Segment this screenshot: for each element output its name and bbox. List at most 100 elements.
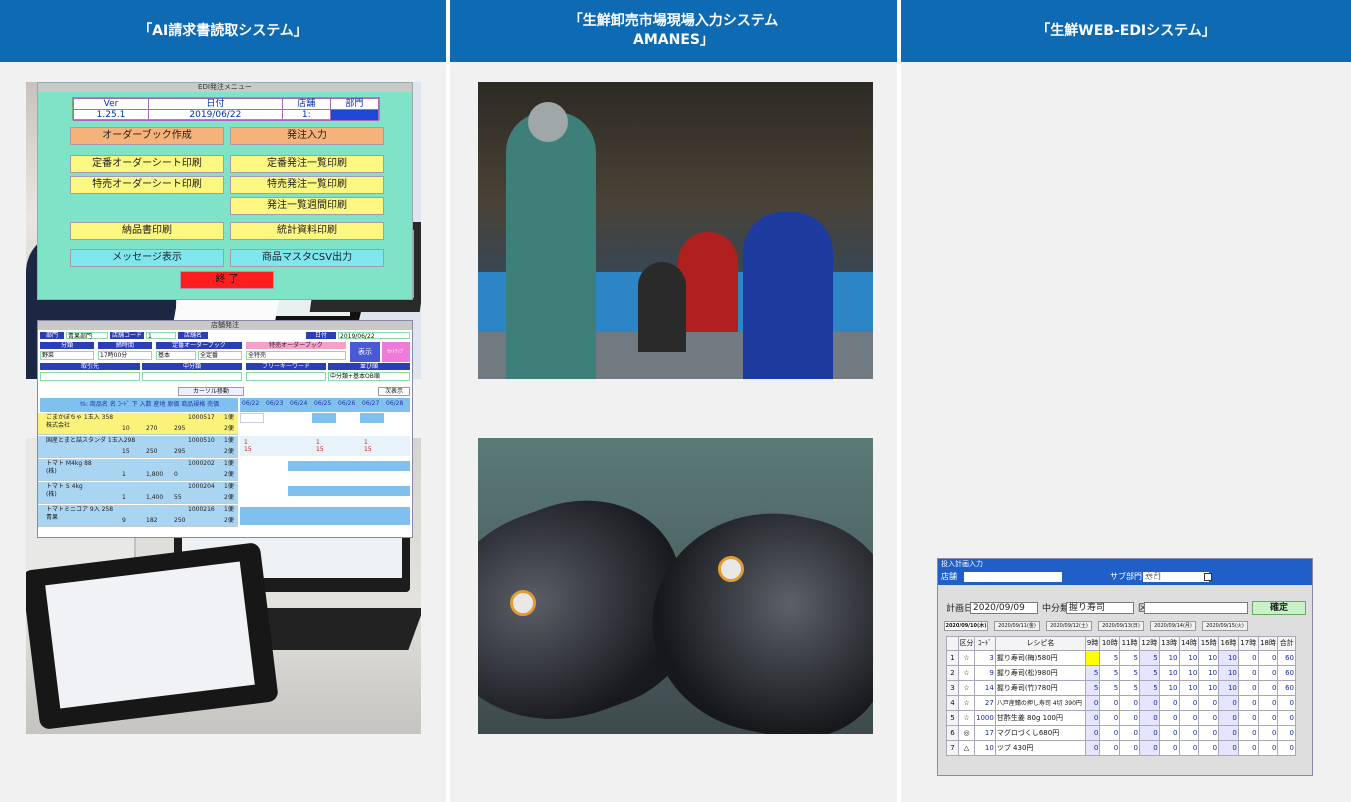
- kubun-cell[interactable]: ☆: [958, 695, 975, 711]
- kubun-cell[interactable]: ☆: [958, 680, 975, 696]
- qty-cell[interactable]: 0: [1138, 725, 1160, 741]
- qty-cell[interactable]: 0: [1119, 740, 1140, 756]
- qty-cell[interactable]: 0: [1237, 650, 1259, 666]
- qty-cell[interactable]: 0: [1198, 725, 1220, 741]
- qty-cell[interactable]: 0: [1198, 710, 1220, 726]
- mid-class-input[interactable]: [142, 372, 242, 381]
- date-tab[interactable]: 2020/09/12(土): [1046, 621, 1092, 631]
- code-cell[interactable]: 1000: [974, 710, 996, 726]
- date-tab[interactable]: 2020/09/14(月): [1150, 621, 1196, 631]
- qty-cell[interactable]: 10: [1158, 665, 1180, 681]
- code-cell[interactable]: 14: [974, 680, 996, 696]
- qty-cell[interactable]: 0: [1257, 725, 1279, 741]
- table-row[interactable]: 2 ☆ 9 握り寿司(松)980円 5 5 5 5 10 10 10 10 0 …: [946, 665, 1296, 681]
- display-button[interactable]: 表示: [350, 342, 380, 362]
- qty-cell[interactable]: 5: [1138, 680, 1160, 696]
- date-tab[interactable]: 2020/09/11(金): [994, 621, 1040, 631]
- qty-cell[interactable]: 10: [1158, 650, 1180, 666]
- qty-cell[interactable]: 0: [1218, 695, 1239, 711]
- qty-cell[interactable]: 0: [1084, 740, 1101, 756]
- qty-cell[interactable]: 5: [1084, 680, 1101, 696]
- qty-cell[interactable]: 0: [1237, 665, 1259, 681]
- date-tab[interactable]: 2020/09/15(火): [1202, 621, 1248, 631]
- regular-all-select[interactable]: 全定番: [198, 351, 242, 360]
- qty-cell[interactable]: 0: [1237, 710, 1259, 726]
- supplier-input[interactable]: [40, 372, 140, 381]
- code-cell[interactable]: 3: [974, 650, 996, 666]
- qty-cell[interactable]: 10: [1218, 665, 1239, 681]
- sale-all-select[interactable]: 全特売: [246, 351, 346, 360]
- order-input-button[interactable]: 発注入力: [230, 127, 384, 145]
- qty-cell[interactable]: 0: [1138, 710, 1160, 726]
- setup-button[interactable]: ｾｯﾄｱｯﾌﾟ: [382, 342, 410, 362]
- schedule-cell[interactable]: [240, 413, 264, 423]
- order-book-create-button[interactable]: オーダーブック作成: [70, 127, 224, 145]
- mid-class-select[interactable]: 握り寿司: [1066, 602, 1134, 614]
- sale-list-print-button[interactable]: 特売発注一覧印刷: [230, 176, 384, 194]
- qty-cell[interactable]: 0: [1119, 710, 1140, 726]
- sort-select[interactable]: 中分類+基本OB順: [328, 372, 410, 381]
- qty-cell[interactable]: 0: [1138, 740, 1160, 756]
- table-row[interactable]: 6 ◎ 17 マグロづくし680円 0 0 0 0 0 0 0 0 0 0 0: [946, 725, 1296, 741]
- dept-select[interactable]: [329, 109, 380, 121]
- qty-cell[interactable]: 5: [1099, 680, 1121, 696]
- schedule-cell[interactable]: [288, 486, 410, 496]
- plan-date-select[interactable]: 2020/09/09: [970, 602, 1038, 614]
- schedule-cell[interactable]: [360, 413, 384, 423]
- keyword-input[interactable]: [246, 372, 326, 381]
- qty-cell[interactable]: 5: [1119, 650, 1140, 666]
- time-select[interactable]: 17時00分: [98, 351, 152, 360]
- qty-cell[interactable]: 0: [1257, 695, 1279, 711]
- exit-button[interactable]: 終 了: [180, 271, 274, 289]
- kubun-select[interactable]: [1144, 602, 1248, 614]
- qty-cell[interactable]: 5: [1138, 665, 1160, 681]
- qty-cell[interactable]: 0: [1099, 710, 1121, 726]
- regular-list-print-button[interactable]: 定番発注一覧印刷: [230, 155, 384, 173]
- regular-sheet-print-button[interactable]: 定番オーダーシート印刷: [70, 155, 224, 173]
- qty-cell[interactable]: 0: [1158, 740, 1180, 756]
- schedule-cell[interactable]: [312, 413, 336, 423]
- table-row[interactable]: 7 △ 10 ツブ 430円 0 0 0 0 0 0 0 0 0 0 0: [946, 740, 1296, 756]
- table-row[interactable]: トマト S 4kg (株) 1000204 1 1,400 55 1便 2便: [38, 482, 238, 504]
- kubun-cell[interactable]: ☆: [958, 665, 975, 681]
- qty-cell[interactable]: 5: [1099, 650, 1121, 666]
- code-cell[interactable]: 27: [974, 695, 996, 711]
- qty-cell[interactable]: 0: [1218, 740, 1239, 756]
- table-row[interactable]: トマトミニコア 9入 258 青果 1000216 9 182 250 1便 2…: [38, 505, 238, 527]
- qty-cell[interactable]: 10: [1178, 650, 1200, 666]
- class-select[interactable]: 野菜: [40, 351, 94, 360]
- delivery-slip-print-button[interactable]: 納品書印刷: [70, 222, 224, 240]
- qty-cell[interactable]: 10: [1178, 680, 1200, 696]
- schedule-cell[interactable]: [240, 507, 410, 525]
- qty-cell[interactable]: 5: [1138, 650, 1160, 666]
- qty-cell[interactable]: 10: [1218, 650, 1239, 666]
- qty-cell[interactable]: 0: [1099, 740, 1121, 756]
- qty-cell[interactable]: 10: [1198, 665, 1220, 681]
- qty-cell[interactable]: 5: [1099, 665, 1121, 681]
- qty-cell[interactable]: 0: [1084, 695, 1101, 711]
- qty-cell[interactable]: 0: [1237, 725, 1259, 741]
- qty-cell[interactable]: 10: [1158, 680, 1180, 696]
- kubun-cell[interactable]: ◎: [958, 725, 975, 741]
- qty-cell[interactable]: 0: [1158, 695, 1180, 711]
- store-filter-checkbox[interactable]: [1204, 573, 1212, 581]
- next-page-button[interactable]: 次表示: [378, 387, 410, 396]
- qty-cell[interactable]: 0: [1257, 665, 1279, 681]
- date-tab[interactable]: 2020/09/13(日): [1098, 621, 1144, 631]
- qty-cell[interactable]: 0: [1178, 740, 1200, 756]
- table-row[interactable]: 国産とまと詰スタンダ 1玉入298 1000510 15 250 295 1便 …: [38, 436, 238, 458]
- table-row[interactable]: 3 ☆ 14 握り寿司(竹)780円 5 5 5 5 10 10 10 10 0…: [946, 680, 1296, 696]
- kubun-cell[interactable]: ☆: [958, 650, 975, 666]
- qty-cell[interactable]: 0: [1198, 695, 1220, 711]
- qty-cell[interactable]: 0: [1119, 725, 1140, 741]
- table-row[interactable]: トマト M4kg 88 (株) 1000202 1 1,800 0 1便 2便: [38, 459, 238, 481]
- qty-cell[interactable]: 0: [1099, 695, 1121, 711]
- qty-cell[interactable]: 0: [1257, 680, 1279, 696]
- qty-cell[interactable]: 0: [1178, 710, 1200, 726]
- qty-cell[interactable]: [1084, 650, 1101, 666]
- qty-cell[interactable]: 0: [1237, 740, 1259, 756]
- qty-cell[interactable]: 0: [1218, 710, 1239, 726]
- qty-cell[interactable]: 10: [1198, 680, 1220, 696]
- stats-print-button[interactable]: 統計資料印刷: [230, 222, 384, 240]
- qty-cell[interactable]: 0: [1218, 725, 1239, 741]
